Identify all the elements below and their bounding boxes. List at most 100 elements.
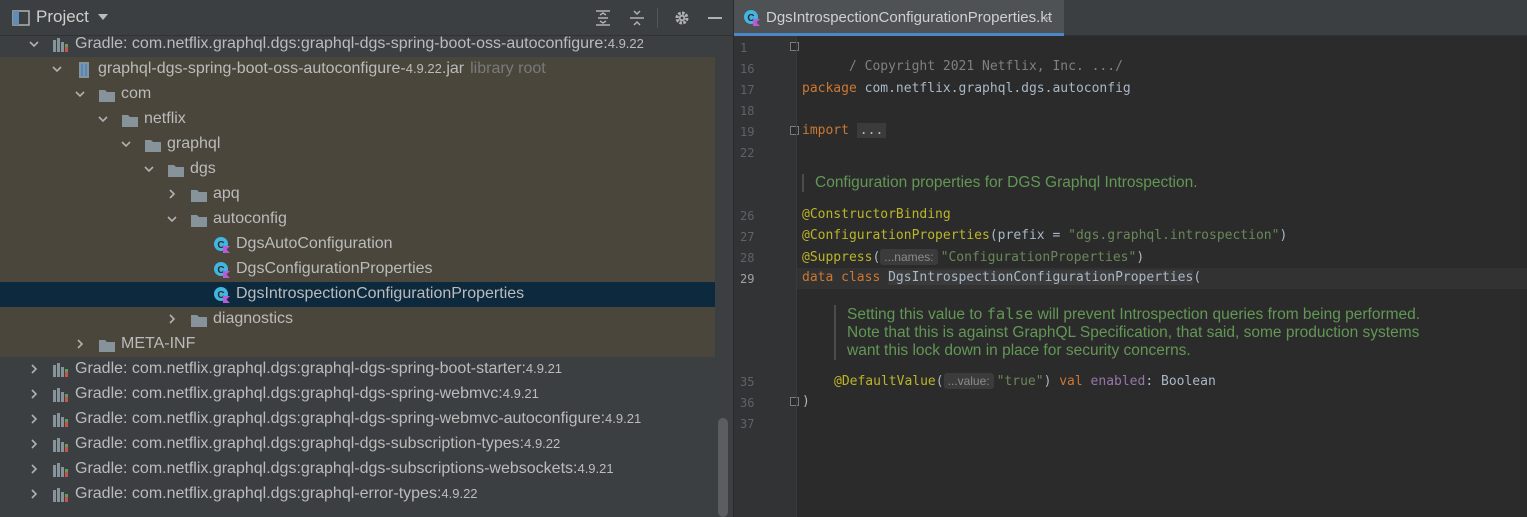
import-keyword: import [802,123,849,138]
project-panel: Project Gradle: com.netflix.graphql.dgs:… [0,0,733,517]
tree-row-label: Gradle: com.netflix.graphql.dgs:graphql-… [75,385,539,403]
expand-all-icon[interactable] [594,9,612,27]
tree-row-version: 4.9.22 [524,436,561,451]
chevron-right-icon[interactable] [27,437,41,451]
tree-row-label: diagnostics [213,310,293,328]
project-title[interactable]: Project [36,7,89,27]
suppress-close: ) [1136,250,1145,265]
minimize-icon[interactable] [706,9,724,27]
tree-row[interactable]: graphql-dgs-spring-boot-oss-autoconfigur… [0,57,715,82]
doc-line-3: want this lock down in place for securit… [847,342,1191,359]
collapse-all-icon[interactable] [628,9,646,27]
tree-row-version: 4.9.21 [525,361,563,376]
tree-row[interactable]: C DgsAutoConfiguration [0,232,715,257]
import-fold[interactable]: ... [856,123,887,138]
folder-icon [121,111,139,129]
kotlin-class-icon: C [213,236,231,254]
chevron-right-icon[interactable] [27,412,41,426]
tree-row[interactable]: Gradle: com.netflix.graphql.dgs:graphql-… [0,382,715,407]
tree-row-label: Gradle: com.netflix.graphql.dgs:graphql-… [75,435,560,453]
chevron-right-icon[interactable] [27,462,41,476]
project-tree: Gradle: com.netflix.graphql.dgs:graphql-… [0,32,717,517]
header-separator [657,8,658,28]
kotlin-class-icon: C [213,261,231,279]
annotation-args-close: ) [1279,228,1288,243]
tree-row-text: Gradle: com.netflix.graphql.dgs:graphql-… [75,460,578,477]
tab-label: DgsIntrospectionConfigurationProperties.… [766,9,1052,26]
chevron-right-icon[interactable] [165,187,179,201]
line-number: 1 [740,41,748,55]
tree-scrollbar[interactable] [718,418,728,517]
line-number: 27 [740,230,755,244]
chevron-right-icon[interactable] [73,337,87,351]
chevron-down-icon[interactable] [96,112,110,126]
chevron-right-icon[interactable] [27,487,41,501]
tree-row[interactable]: META-INF [0,332,715,357]
suppress-string: "ConfigurationProperties" [940,250,1137,265]
tree-row[interactable]: Gradle: com.netflix.graphql.dgs:graphql-… [0,482,715,507]
project-view-icon[interactable] [12,9,30,27]
folder-icon [98,86,116,104]
tree-row-text: dgs [190,160,216,177]
fold-toggle-icon[interactable] [790,397,799,406]
chevron-right-icon[interactable] [27,387,41,401]
tree-row-text: com [121,85,152,102]
chevron-down-icon[interactable] [142,162,156,176]
doc-line-1a: Setting this value to [847,306,987,323]
doc-comment-class: Configuration properties for DGS Graphql… [802,174,1198,192]
default-value-close: ) [1043,374,1060,389]
folder-icon [144,136,162,154]
chevron-down-icon[interactable] [165,212,179,226]
library-root-hint: library root [470,60,546,77]
property-name: enabled [1082,374,1146,389]
doc-line-1b: will prevent Introspection queries from … [1033,306,1421,323]
tree-row[interactable]: C DgsConfigurationProperties [0,257,715,282]
tree-row[interactable]: graphql [0,132,715,157]
line-number: 36 [740,396,755,410]
fold-toggle-icon[interactable] [790,42,799,51]
folder-icon [190,186,208,204]
code-line-suppress: @Suppress(...names: "ConfigurationPropert… [802,247,1144,267]
tree-row-text: autoconfig [213,210,287,227]
doc-comment-enabled: Setting this value to false will prevent… [834,305,1420,360]
tree-row[interactable]: Gradle: com.netflix.graphql.dgs:graphql-… [0,32,715,57]
chevron-down-icon[interactable] [27,37,41,51]
tree-row-text: Gradle: com.netflix.graphql.dgs:graphql-… [75,435,525,452]
chevron-right-icon[interactable] [165,312,179,326]
tree-row-version: 4.9.22 [607,36,644,51]
fold-toggle-icon[interactable] [790,126,799,135]
project-header: Project [0,0,733,36]
tree-row[interactable]: Gradle: com.netflix.graphql.dgs:graphql-… [0,432,715,457]
package-keyword: package [802,81,857,96]
code-line-copyright: / Copyright 2021 Netflix, Inc. .../ [802,37,1123,74]
library-icon [52,486,70,504]
chevron-right-icon[interactable] [27,362,41,376]
tree-row[interactable]: dgs [0,157,715,182]
chevron-down-icon[interactable] [50,62,64,76]
chevron-down-icon[interactable] [98,14,108,20]
chevron-down-icon[interactable] [73,87,87,101]
val-keyword: val [1059,374,1083,389]
chevron-down-icon[interactable] [119,137,133,151]
tree-row[interactable]: com [0,82,715,107]
tree-row-label: autoconfig [213,210,287,228]
editor-panel: C DgsIntrospectionConfigurationPropertie… [734,0,1527,517]
tree-row-label: graphql-dgs-spring-boot-oss-autoconfigur… [98,60,546,78]
tree-row-text: DgsAutoConfiguration [236,235,393,252]
tree-row[interactable]: Gradle: com.netflix.graphql.dgs:graphql-… [0,357,715,382]
copyright-comment[interactable]: / Copyright 2021 Netflix, Inc. .../ [849,59,1123,74]
tree-row[interactable]: netflix [0,107,715,132]
tree-row[interactable]: diagnostics [0,307,715,332]
editor-tab-bar: C DgsIntrospectionConfigurationPropertie… [734,0,1527,36]
close-icon[interactable]: × [1043,10,1051,26]
data-class-keyword: data class [802,270,889,285]
tree-row-text: graphql-dgs-spring-boot-oss-autoconfigur… [98,60,406,77]
tree-row[interactable]: autoconfig [0,207,715,232]
tree-row[interactable]: C DgsIntrospectionConfigurationProperties [0,282,715,307]
tree-row[interactable]: apq [0,182,715,207]
tree-row[interactable]: Gradle: com.netflix.graphql.dgs:graphql-… [0,407,715,432]
gear-icon[interactable] [673,9,691,27]
line-number: 29 [740,272,755,286]
tree-row[interactable]: Gradle: com.netflix.graphql.dgs:graphql-… [0,457,715,482]
editor-tab[interactable]: C DgsIntrospectionConfigurationPropertie… [734,0,1064,36]
